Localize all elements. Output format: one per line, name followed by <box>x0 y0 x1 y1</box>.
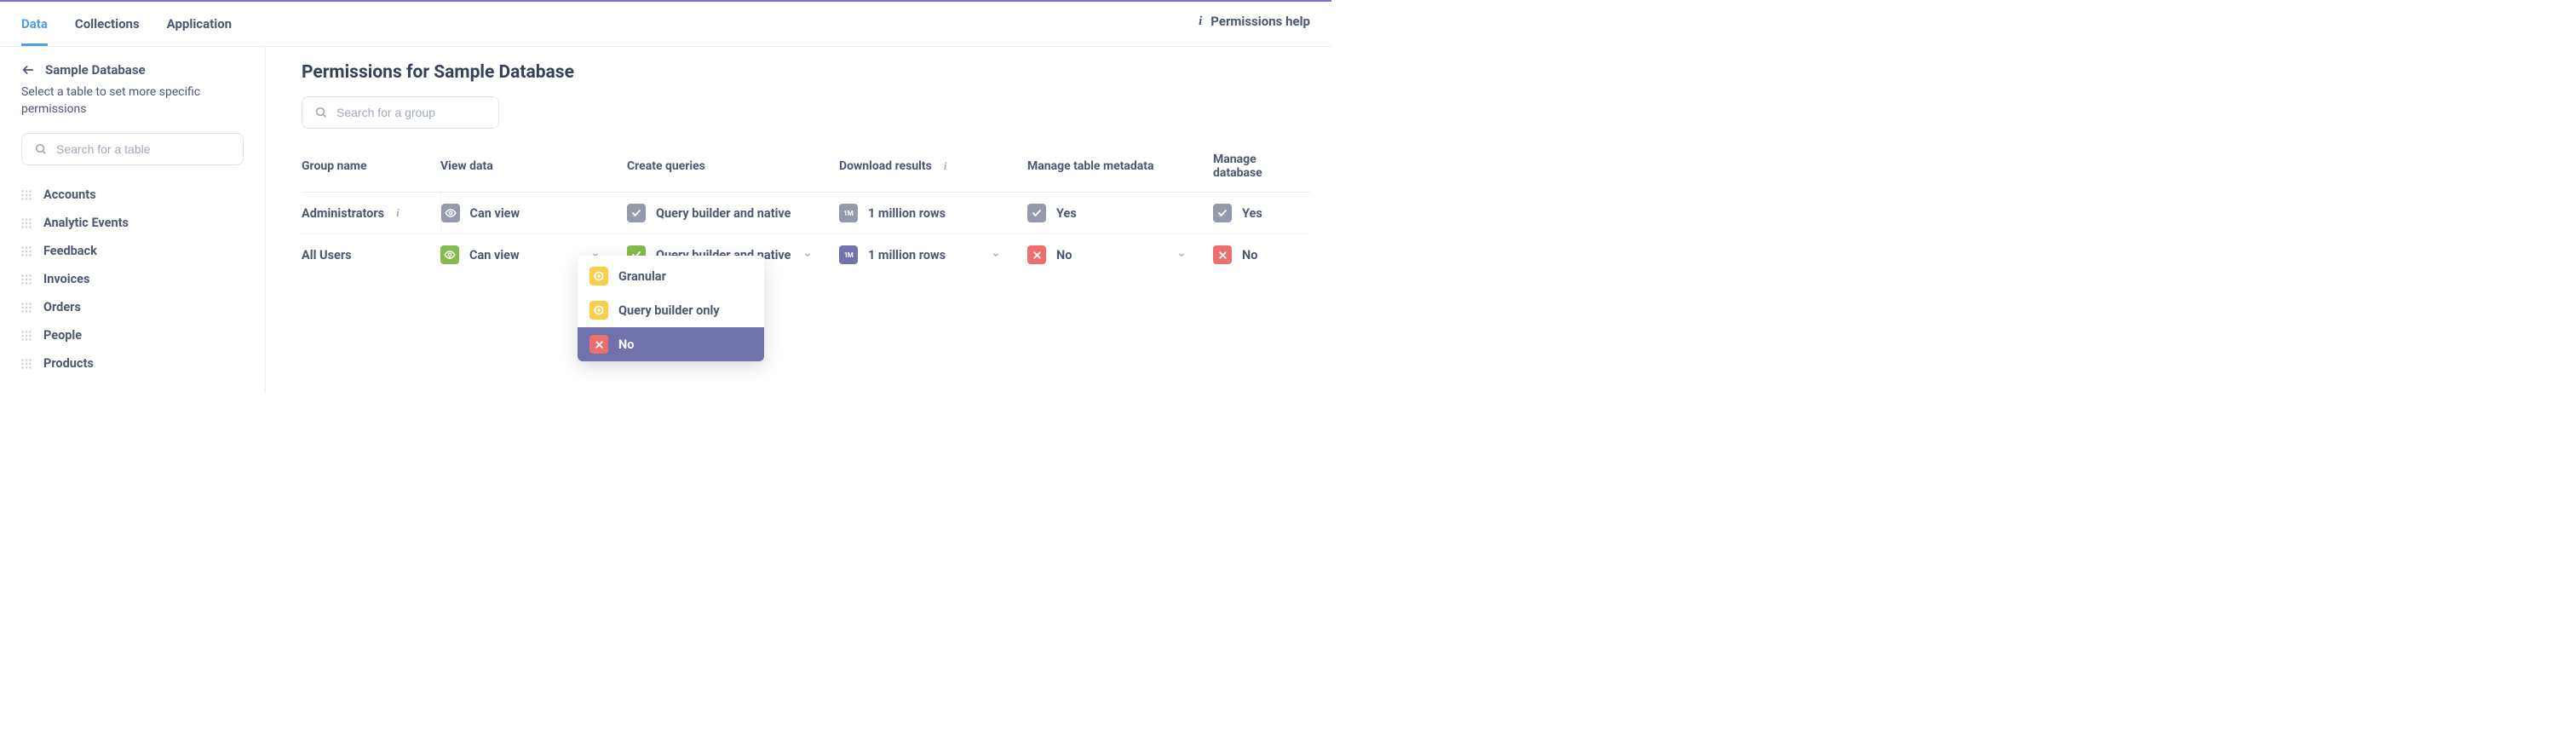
million-rows-icon: 1M <box>839 204 858 222</box>
perm-label: 1 million rows <box>868 206 946 221</box>
table-row: Administrators i Can view <box>302 193 1310 234</box>
sidebar-item-label: Invoices <box>43 272 89 286</box>
sidebar-item-invoices[interactable]: Invoices <box>21 267 244 291</box>
chevron-down-icon <box>1177 251 1186 259</box>
perm-download: 1M 1 million rows <box>839 204 1015 222</box>
col-header-group: Group name <box>302 147 440 193</box>
group-name: All Users <box>302 248 352 262</box>
search-icon <box>314 106 328 119</box>
group-search-input[interactable] <box>336 106 491 119</box>
arrow-left-icon <box>21 63 35 77</box>
col-header-view: View data <box>440 147 627 193</box>
target-icon <box>589 301 608 320</box>
sidebar-item-accounts[interactable]: Accounts <box>21 182 244 207</box>
x-icon <box>589 335 608 354</box>
perm-metadata-select[interactable]: No <box>1027 245 1201 264</box>
sidebar-item-label: People <box>43 328 82 343</box>
table-row: All Users Can view <box>302 234 1310 276</box>
grip-icon <box>21 303 32 313</box>
dropdown-option-granular[interactable]: Granular <box>578 259 764 293</box>
col-header-database: Manage database <box>1213 147 1310 193</box>
tab-application[interactable]: Application <box>167 2 232 46</box>
permissions-table: Group name View data Create queries Down… <box>302 147 1310 275</box>
top-tabs: Data Collections Application <box>21 2 232 46</box>
page-title: Permissions for Sample Database <box>302 62 1310 83</box>
info-icon[interactable]: i <box>396 206 400 220</box>
perm-label: Query builder and native <box>656 206 791 221</box>
permissions-help-link[interactable]: i Permissions help <box>1199 2 1310 41</box>
grip-icon <box>21 218 32 228</box>
perm-metadata: Yes <box>1027 204 1201 222</box>
back-button[interactable]: Sample Database <box>21 62 244 78</box>
grip-icon <box>21 274 32 285</box>
sidebar-item-label: Feedback <box>43 244 97 258</box>
dropdown-option-no[interactable]: No <box>578 327 764 361</box>
sidebar-item-label: Orders <box>43 300 81 314</box>
x-icon <box>1027 245 1046 264</box>
perm-label: 1 million rows <box>868 248 946 262</box>
dropdown-option-query-builder-only[interactable]: Query builder only <box>578 293 764 327</box>
info-icon: i <box>1199 14 1202 29</box>
million-rows-icon: 1M <box>839 245 858 264</box>
perm-label: No <box>1242 248 1257 262</box>
perm-label: No <box>1056 248 1072 262</box>
chevron-down-icon <box>992 251 1000 259</box>
sidebar-item-analytic-events[interactable]: Analytic Events <box>21 210 244 235</box>
dropdown-option-label: No <box>618 337 634 352</box>
info-icon[interactable]: i <box>944 159 947 173</box>
grip-icon <box>21 190 32 200</box>
table-list: Accounts Analytic Events Feedback Invoic… <box>21 182 244 376</box>
col-header-download: Download results i <box>839 147 1027 193</box>
check-icon <box>1213 204 1232 222</box>
col-header-metadata: Manage table metadata <box>1027 147 1213 193</box>
group-name: Administrators <box>302 206 384 221</box>
x-icon <box>1213 245 1232 264</box>
tab-data[interactable]: Data <box>21 2 48 46</box>
sidebar-item-label: Analytic Events <box>43 216 129 230</box>
sidebar-item-label: Accounts <box>43 187 96 202</box>
sidebar-item-orders[interactable]: Orders <box>21 295 244 320</box>
check-icon <box>627 204 646 222</box>
perm-label: Can view <box>469 248 520 262</box>
dropdown-option-label: Granular <box>618 269 666 284</box>
eye-icon <box>440 245 459 264</box>
perm-label: Yes <box>1242 206 1262 221</box>
perm-view: Can view <box>441 204 616 222</box>
target-icon <box>589 267 608 285</box>
create-queries-dropdown: Granular Query builder only No <box>578 256 764 361</box>
perm-create: Query builder and native <box>627 204 827 222</box>
check-icon <box>1027 204 1046 222</box>
grip-icon <box>21 246 32 257</box>
perm-database: Yes <box>1213 204 1298 222</box>
dropdown-option-label: Query builder only <box>618 303 720 318</box>
grip-icon <box>21 359 32 369</box>
perm-download-select[interactable]: 1M 1 million rows <box>839 245 1015 264</box>
back-label: Sample Database <box>45 62 146 78</box>
search-icon <box>34 142 48 156</box>
perm-database-select[interactable]: No <box>1213 245 1298 264</box>
sidebar-item-products[interactable]: Products <box>21 351 244 376</box>
sidebar-item-label: Products <box>43 356 94 371</box>
sidebar-item-people[interactable]: People <box>21 323 244 348</box>
table-search-input[interactable] <box>56 142 231 156</box>
table-search[interactable] <box>21 133 244 165</box>
grip-icon <box>21 331 32 341</box>
col-header-create: Create queries <box>627 147 839 193</box>
sidebar: Sample Database Select a table to set mo… <box>0 47 266 393</box>
chevron-down-icon <box>803 251 812 259</box>
sidebar-subtitle: Select a table to set more specific perm… <box>21 84 244 118</box>
tab-collections[interactable]: Collections <box>75 2 140 46</box>
perm-label: Yes <box>1056 206 1077 221</box>
group-search[interactable] <box>302 96 499 129</box>
perm-label: Can view <box>470 206 520 221</box>
main-content: Permissions for Sample Database Group na… <box>266 47 1331 393</box>
permissions-help-label: Permissions help <box>1210 14 1310 29</box>
eye-icon <box>441 204 460 222</box>
sidebar-item-feedback[interactable]: Feedback <box>21 239 244 263</box>
